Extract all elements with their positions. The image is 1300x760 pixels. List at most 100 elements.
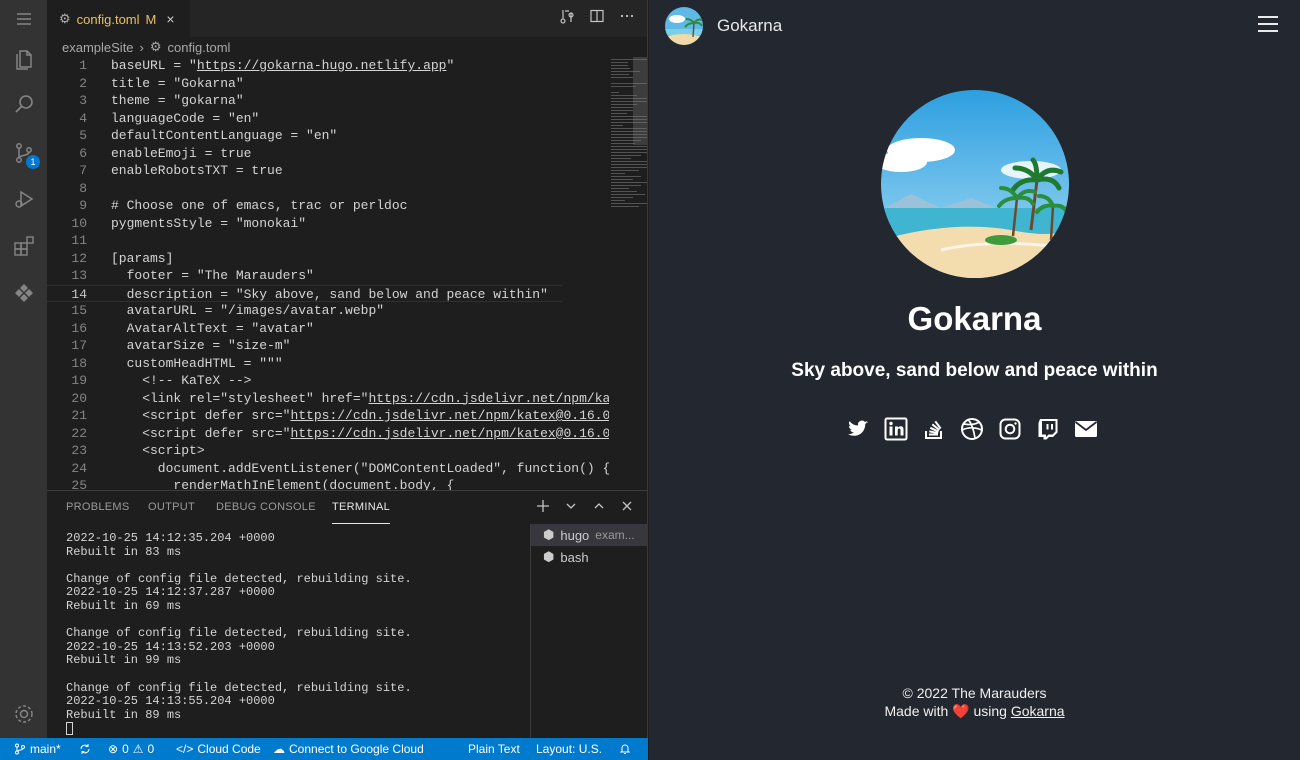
site-footer: © 2022 The Marauders Made with ❤️ using … xyxy=(649,684,1300,720)
code-line[interactable]: 17 avatarSize = "size-m" xyxy=(47,337,562,355)
terminal-item-hugo[interactable]: ⬢ hugo exam... xyxy=(531,524,648,546)
close-tab-icon[interactable]: × xyxy=(166,11,174,27)
tab-debug-console[interactable]: DEBUG CONSOLE xyxy=(216,491,316,524)
footer-copyright: © 2022 The Marauders xyxy=(902,685,1047,701)
keyboard-layout[interactable]: Layout: U.S. xyxy=(536,738,602,760)
warning-icon: ⚠ xyxy=(132,742,144,756)
explorer-icon[interactable] xyxy=(0,38,47,82)
branch-status[interactable]: main* xyxy=(14,738,61,760)
instagram-icon[interactable] xyxy=(998,416,1022,442)
line-number: 17 xyxy=(71,338,87,353)
close-panel-icon[interactable] xyxy=(619,498,635,519)
code-line[interactable]: 20 <link rel="stylesheet" href="https://… xyxy=(47,390,610,408)
twitter-icon[interactable] xyxy=(846,416,870,442)
code-line[interactable]: 25 renderMathInElement(document.body, { xyxy=(47,477,562,490)
code-line[interactable]: 3 theme = "gokarna" xyxy=(47,92,562,110)
settings-gear-icon[interactable] xyxy=(0,692,47,736)
error-count: 0 xyxy=(122,742,129,756)
tab-problems[interactable]: PROBLEMS xyxy=(66,491,130,524)
code-line[interactable]: 6 enableEmoji = true xyxy=(47,145,562,163)
code-text: theme = "gokarna" xyxy=(111,93,244,108)
code-line[interactable]: 2 title = "Gokarna" xyxy=(47,75,562,93)
site-name[interactable]: Gokarna xyxy=(717,16,782,36)
code-text: [params] xyxy=(111,250,174,266)
terminal-icon: ⬢ xyxy=(543,549,555,564)
tab-output[interactable]: OUTPUT xyxy=(148,491,195,524)
open-changes-icon[interactable] xyxy=(559,8,575,29)
code-editor[interactable]: 1 baseURL = "https://gokarna-hugo.netlify… xyxy=(47,57,647,490)
code-line[interactable]: 11 xyxy=(47,232,562,250)
code-line[interactable]: 21 <script defer src="https://cdn.jsdeli… xyxy=(47,407,610,425)
code-line[interactable]: 24 document.addEventListener("DOMContent… xyxy=(47,460,610,478)
code-line[interactable]: 12 [params] xyxy=(47,250,562,268)
code-text: title = "Gokarna" xyxy=(111,75,244,91)
problems-status[interactable]: ⊗ 0 ⚠ 0 xyxy=(108,738,154,760)
code-line[interactable]: 1 baseURL = "https://gokarna-hugo.netlify… xyxy=(47,57,562,75)
line-number: 19 xyxy=(71,373,87,388)
code-line[interactable]: 8 xyxy=(47,180,562,198)
gokarna-link[interactable]: Gokarna xyxy=(1011,703,1065,719)
code-line[interactable]: 14 description = "Sky above, sand below … xyxy=(47,284,562,302)
twitch-icon[interactable] xyxy=(1036,416,1060,442)
site-logo[interactable] xyxy=(665,7,703,45)
tab-label: config.toml xyxy=(76,11,140,27)
line-number: 8 xyxy=(79,180,87,196)
chevron-down-icon[interactable] xyxy=(563,498,579,519)
extensions-icon[interactable] xyxy=(0,224,47,268)
source-control-icon[interactable]: 1 xyxy=(0,131,47,175)
dribbble-icon[interactable] xyxy=(960,416,984,442)
code-line[interactable]: 7 enableRobotsTXT = true xyxy=(47,162,562,180)
stackoverflow-icon[interactable] xyxy=(922,416,946,442)
terminal-output[interactable]: 2022-10-25 14:12:35.204 +0000 Rebuilt in … xyxy=(66,531,528,737)
connect-google-cloud[interactable]: ☁ Connect to Google Cloud xyxy=(273,738,424,760)
search-icon[interactable] xyxy=(0,82,47,126)
language-mode[interactable]: Plain Text xyxy=(468,738,520,760)
code-line[interactable]: 23 <script> xyxy=(47,442,562,460)
terminal-line: Rebuilt in 69 ms xyxy=(66,598,182,613)
breadcrumb-file[interactable]: config.toml xyxy=(168,40,231,55)
linkedin-icon[interactable] xyxy=(884,416,908,442)
terminal-line: 2022-10-25 14:12:37.287 +0000 xyxy=(66,585,275,600)
code-line[interactable]: 22 <script defer src="https://cdn.jsdeli… xyxy=(47,425,610,443)
heart-icon: ❤️ xyxy=(952,703,970,719)
code-line[interactable]: 13 footer = "The Marauders" xyxy=(47,267,562,285)
run-debug-icon[interactable] xyxy=(0,177,47,221)
cloud-code-status[interactable]: </> Cloud Code xyxy=(176,738,261,760)
code-line[interactable]: 9 # Choose one of emacs, trac or perldoc xyxy=(47,197,562,215)
cloud-code-icon[interactable] xyxy=(0,271,47,315)
code-line[interactable]: 5 defaultContentLanguage = "en" xyxy=(47,127,562,145)
mail-icon[interactable] xyxy=(1074,416,1098,442)
terminal-line: Rebuilt in 99 ms xyxy=(66,653,182,668)
new-terminal-icon[interactable] xyxy=(535,498,551,519)
error-icon: ⊗ xyxy=(108,742,119,756)
code-text: <script defer src="https://cdn.jsdelivr.… xyxy=(111,425,611,441)
breadcrumb-folder[interactable]: exampleSite xyxy=(62,40,134,55)
line-number: 5 xyxy=(79,128,87,143)
line-number: 6 xyxy=(79,145,87,161)
tab-config-toml[interactable]: ⚙ config.toml M × xyxy=(47,0,190,37)
line-number: 21 xyxy=(71,408,87,423)
more-actions-icon[interactable] xyxy=(619,8,635,29)
branch-name: main* xyxy=(30,742,61,756)
terminal-detail: exam... xyxy=(595,528,635,542)
notifications-bell-icon[interactable] xyxy=(619,738,631,760)
code-line[interactable]: 16 AvatarAltText = "avatar" xyxy=(47,320,562,338)
tab-terminal[interactable]: TERMINAL xyxy=(332,491,391,524)
terminal-line: Change of config file detected, rebuildi… xyxy=(66,571,412,586)
editor-scrollbar[interactable] xyxy=(633,57,647,145)
code-line[interactable]: 4 languageCode = "en" xyxy=(47,110,562,128)
maximize-panel-icon[interactable] xyxy=(591,498,607,519)
sync-icon[interactable] xyxy=(79,738,91,760)
terminal-item-bash[interactable]: ⬢ bash xyxy=(531,546,648,568)
menu-icon[interactable] xyxy=(0,0,47,38)
code-text: enableRobotsTXT = true xyxy=(111,163,283,178)
code-line[interactable]: 15 avatarURL = "/images/avatar.webp" xyxy=(47,302,562,320)
code-line[interactable]: 10 pygmentsStyle = "monokai" xyxy=(47,215,562,233)
code-line[interactable]: 19 <!-- KaTeX --> xyxy=(47,372,562,390)
terminal-line: 2022-10-25 14:13:55.204 +0000 xyxy=(66,694,275,709)
settings-file-icon: ⚙ xyxy=(59,11,71,26)
split-editor-icon[interactable] xyxy=(589,8,605,29)
code-line[interactable]: 18 customHeadHTML = """ xyxy=(47,355,562,373)
hamburger-menu-icon[interactable] xyxy=(1258,16,1278,32)
